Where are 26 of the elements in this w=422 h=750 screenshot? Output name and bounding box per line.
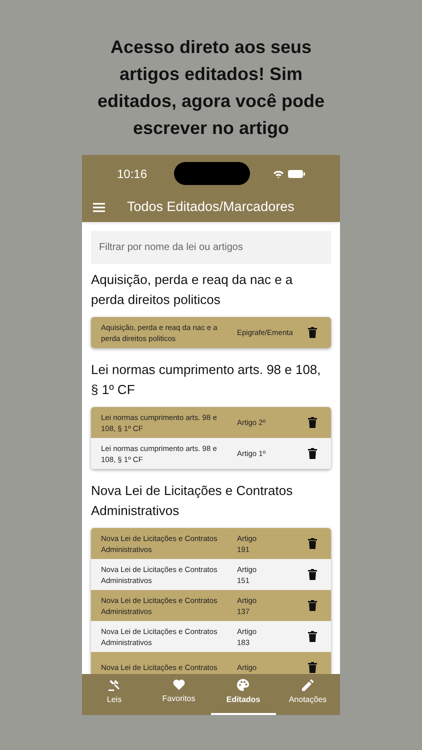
delete-icon[interactable] <box>308 448 317 459</box>
tab[interactable]: Anotações <box>276 674 340 715</box>
wifi-icon <box>273 170 284 178</box>
delete-icon[interactable] <box>308 600 317 611</box>
delete-icon[interactable] <box>308 417 317 428</box>
headline: Acesso direto aos seus artigos editados! Sim editados, agora você pode escrever no artigo <box>96 36 326 140</box>
delete-icon[interactable] <box>308 327 317 338</box>
delete-icon[interactable] <box>308 631 317 642</box>
palette-icon <box>237 679 250 691</box>
delete-icon[interactable] <box>308 569 317 580</box>
section-title: Lei normas cumprimento arts. 98 e 108, § 1º CF <box>91 361 322 399</box>
gavel-icon <box>108 679 120 691</box>
delete-icon[interactable] <box>308 662 317 673</box>
tab[interactable]: Favoritos <box>146 674 211 715</box>
status-time: 10:16 <box>117 166 148 182</box>
pencil-icon <box>302 679 314 691</box>
screen-title: Todos Editados/Marcadores <box>127 198 294 216</box>
tab[interactable]: Editados <box>211 674 276 715</box>
menu-icon[interactable] <box>93 202 105 212</box>
section-title: Nova Lei de Licitações e Contratos Administrativos <box>91 482 294 520</box>
tab[interactable]: Leis <box>82 674 146 715</box>
battery-icon <box>288 170 305 178</box>
section-title: Aquisição, perda e reaq da nac e a perda direitos politicos <box>91 271 294 309</box>
delete-icon[interactable] <box>308 538 317 549</box>
heart-icon <box>172 679 185 690</box>
search-field[interactable]: Filtrar por nome da lei ou artigos <box>91 231 331 264</box>
